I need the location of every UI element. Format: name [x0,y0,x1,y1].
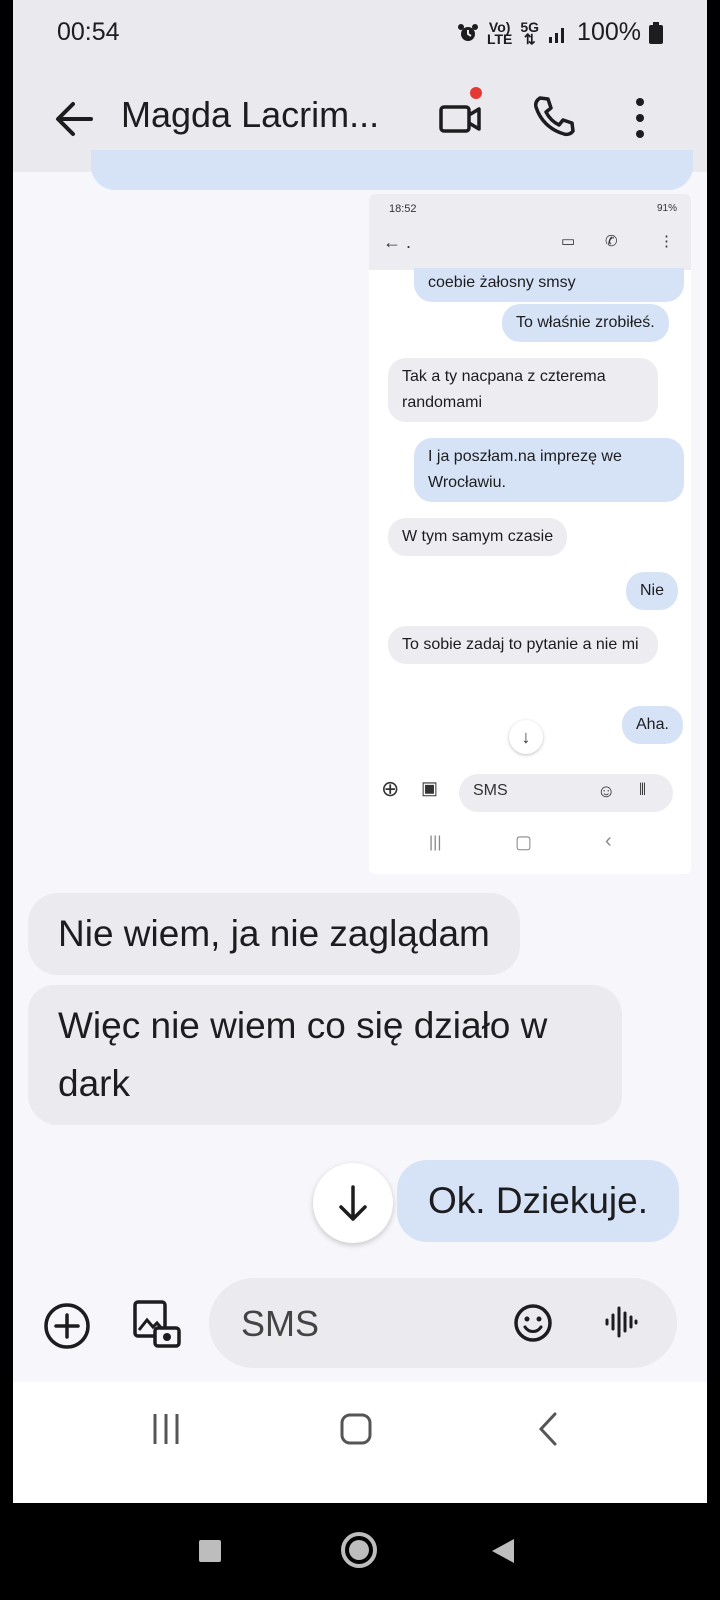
screenshot-compose-bar: ⊕ ▣ SMS ☺ ⦀ [369,770,691,818]
video-call-icon[interactable] [438,95,484,141]
arrow-down-icon [339,1185,367,1221]
message-bubble-incoming[interactable]: Więc nie wiem co się działo w dark [28,985,622,1125]
stop-square-icon[interactable] [198,1539,222,1563]
screenshot-scroll-down-icon: ↓ [509,720,543,754]
screenshot-voice-icon: ⦀ [639,782,647,799]
screenshot-compose-placeholder: SMS [473,782,508,799]
screenshot-call-icon: ✆ [605,233,618,250]
signal-icon [549,27,565,43]
status-time: 00:54 [57,18,120,46]
back-arrow-icon[interactable] [47,92,101,146]
message-input-placeholder: SMS [241,1303,320,1344]
notification-dot [470,87,482,99]
screenshot-home-icon: ▢ [515,832,533,852]
screenshot-back-icon: ← . [383,232,412,252]
screenshot-recents-icon: ||| [429,834,442,851]
navigation-bar [13,1382,707,1503]
5g-icon: 5G ⇅ [520,18,540,47]
message-bubble-outgoing[interactable]: Ok. Dziekuje. [397,1160,679,1242]
message-bubble-incoming[interactable]: Nie wiem, ja nie zaglądam [28,893,520,975]
recent-apps-icon[interactable] [149,1412,183,1446]
home-icon[interactable] [339,1412,373,1446]
screenshot-message: To właśnie zrobiłeś. [502,304,669,342]
device-navigation-bar [0,1503,720,1600]
screenshot-emoji-icon: ☺ [597,781,616,801]
back-nav-icon[interactable] [533,1410,563,1448]
home-circle-icon[interactable] [340,1531,378,1569]
emoji-icon[interactable] [513,1303,553,1343]
more-options-icon[interactable] [625,92,655,144]
voice-message-icon[interactable] [601,1302,641,1342]
scroll-to-bottom-button[interactable] [313,1163,393,1243]
screenshot-message: Nie [626,572,679,610]
screenshot-battery: 91% [656,203,677,214]
status-icons: Vo) LTE 5G ⇅ 100% [457,18,663,47]
screenshot-message: W tym samym czasie [388,518,568,556]
add-attachment-icon[interactable] [43,1302,91,1350]
status-bar: 00:54 Vo) LTE 5G ⇅ 100% [13,0,707,70]
back-triangle-icon[interactable] [490,1537,516,1565]
phone-call-icon[interactable] [528,92,578,142]
phone-screen: 00:54 Vo) LTE 5G ⇅ 100% Magda Lacrim... 18… [13,0,707,1503]
screenshot-message: coebie żałosny smsy [414,268,684,302]
message-input[interactable]: SMS [209,1278,677,1368]
screenshot-title: . [406,232,412,252]
alarm-icon [457,23,478,41]
conversation-title[interactable]: Magda Lacrim... [121,94,379,136]
screenshot-compose-field: SMS ☺ ⦀ [459,774,673,812]
battery-icon [649,21,663,44]
screenshot-message: I ja poszłam.na imprezę we Wrocławiu. [414,438,684,502]
screenshot-back-nav-icon: ‹ [605,830,612,852]
screenshot-message: Aha. [622,706,683,744]
volte-icon: Vo) LTE [486,18,513,47]
screenshot-nav-bar: ||| ▢ ‹ [369,822,691,874]
screenshot-header: 18:52 91% ← . ▭ ✆ ⋮ [369,194,691,270]
screenshot-plus-icon: ⊕ [381,776,400,801]
battery-percent: 100% [577,18,641,46]
compose-bar: SMS [13,1270,707,1380]
screenshot-video-icon: ▭ [561,233,576,250]
screenshot-time: 18:52 [389,203,417,215]
screenshot-more-icon: ⋮ [659,233,674,250]
screenshot-message: To sobie zadaj to pytanie a nie mi [388,626,658,664]
gallery-camera-icon[interactable] [131,1298,183,1350]
shared-screenshot-image[interactable]: 18:52 91% ← . ▭ ✆ ⋮ coebie żałosny smsy … [369,194,691,874]
partial-message-bubble [91,150,693,190]
screenshot-message: Tak a ty nacpana z czterema randomami [388,358,658,422]
screenshot-gallery-icon: ▣ [421,778,439,798]
